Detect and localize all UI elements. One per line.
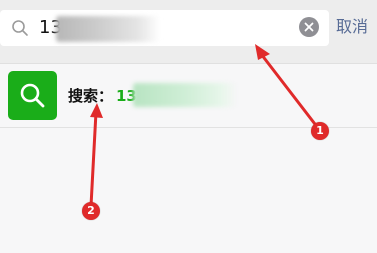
redaction-blur bbox=[133, 83, 237, 107]
search-result-row[interactable]: 搜索： 13 bbox=[0, 64, 377, 126]
search-icon bbox=[20, 83, 45, 108]
search-result-icon bbox=[8, 71, 57, 120]
search-input[interactable]: 13 bbox=[0, 10, 329, 46]
search-result-label: 搜索： bbox=[68, 87, 114, 105]
annotation-badge-2: 2 bbox=[82, 202, 100, 220]
cancel-button[interactable]: 取消 bbox=[336, 15, 368, 39]
annotation-badge-1: 1 bbox=[311, 122, 329, 140]
search-header: 13 取消 bbox=[0, 0, 377, 64]
search-icon bbox=[12, 20, 28, 36]
clear-icon[interactable] bbox=[299, 17, 319, 37]
redaction-blur bbox=[56, 16, 160, 42]
